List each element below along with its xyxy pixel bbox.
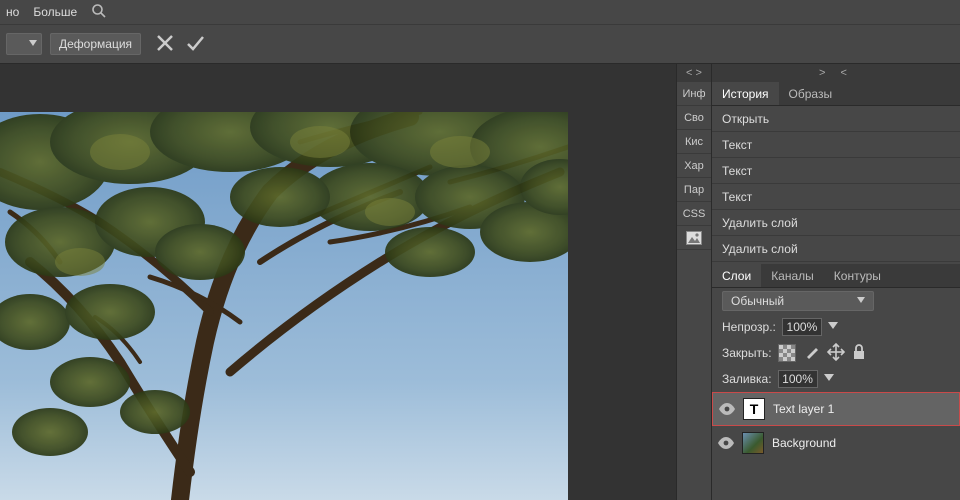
tab-paths[interactable]: Контуры [824, 264, 891, 287]
options-bar: Деформация [0, 24, 960, 64]
history-item[interactable]: Текст [712, 132, 960, 158]
chevron-down-icon[interactable] [828, 322, 838, 332]
history-item[interactable]: Текст [712, 158, 960, 184]
lock-brush-icon[interactable] [804, 344, 820, 363]
tab-layers[interactable]: Слои [712, 264, 761, 287]
panel-tab-image-icon[interactable] [677, 226, 711, 250]
panel-tab-info[interactable]: Инф [677, 82, 711, 106]
tab-history[interactable]: История [712, 82, 779, 105]
chevron-down-icon [857, 297, 865, 305]
cancel-icon[interactable] [155, 33, 175, 56]
fill-input[interactable] [778, 370, 818, 388]
layer-name[interactable]: Background [772, 436, 836, 450]
panel-tab-properties[interactable]: Сво [677, 106, 711, 130]
tab-channels[interactable]: Каналы [761, 264, 824, 287]
lock-all-icon[interactable] [852, 344, 866, 363]
dock-arrows[interactable]: < > [677, 64, 711, 82]
blend-mode-select[interactable]: Обычный [722, 291, 874, 311]
layer-name[interactable]: Text layer 1 [773, 402, 834, 416]
commit-icon[interactable] [185, 33, 205, 56]
opacity-input[interactable] [782, 318, 822, 336]
lock-transparency-icon[interactable] [778, 344, 796, 362]
history-list: Открыть Текст Текст Текст Удалить слой У… [712, 106, 960, 262]
history-item[interactable]: Открыть [712, 106, 960, 132]
layer-row[interactable]: Background [712, 426, 960, 460]
opacity-label: Непрозр.: [722, 320, 776, 334]
blend-mode-value: Обычный [731, 294, 784, 308]
chevron-down-icon[interactable] [824, 374, 834, 384]
panel-tab-brush[interactable]: Кис [677, 130, 711, 154]
tab-samples[interactable]: Образы [779, 82, 843, 105]
panel-tab-character[interactable]: Хар [677, 154, 711, 178]
panel-tab-css[interactable]: CSS [677, 202, 711, 226]
layer-row[interactable]: T Text layer 1 [712, 392, 960, 426]
panel-tab-paragraph[interactable]: Пар [677, 178, 711, 202]
tool-preset-dropdown[interactable] [6, 33, 42, 55]
visibility-eye-icon[interactable] [718, 437, 734, 449]
collapsed-panel-dock: < > Инф Сво Кис Хар Пар CSS [676, 64, 712, 500]
lock-move-icon[interactable] [828, 344, 844, 363]
visibility-eye-icon[interactable] [719, 403, 735, 415]
lock-label: Закрыть: [722, 346, 772, 360]
canvas-image [0, 112, 568, 500]
right-panel: > < История Образы Открыть Текст Текст Т… [712, 64, 960, 500]
warp-button[interactable]: Деформация [50, 33, 141, 55]
history-item[interactable]: Текст [712, 184, 960, 210]
layer-thumbnail [742, 432, 764, 454]
history-item[interactable]: Удалить слой [712, 236, 960, 262]
panel-collapse-arrows[interactable]: > < [712, 64, 960, 82]
chevron-down-icon [29, 40, 37, 48]
canvas-area[interactable] [0, 64, 676, 500]
search-icon[interactable] [91, 3, 107, 22]
history-tabs: История Образы [712, 82, 960, 106]
menu-item-truncated[interactable]: но [6, 5, 19, 19]
fill-label: Заливка: [722, 372, 772, 386]
menubar: но Больше [0, 0, 960, 24]
layer-thumbnail-text-icon: T [743, 398, 765, 420]
menu-item-more[interactable]: Больше [33, 5, 77, 19]
history-item[interactable]: Удалить слой [712, 210, 960, 236]
layers-tabs: Слои Каналы Контуры [712, 264, 960, 288]
